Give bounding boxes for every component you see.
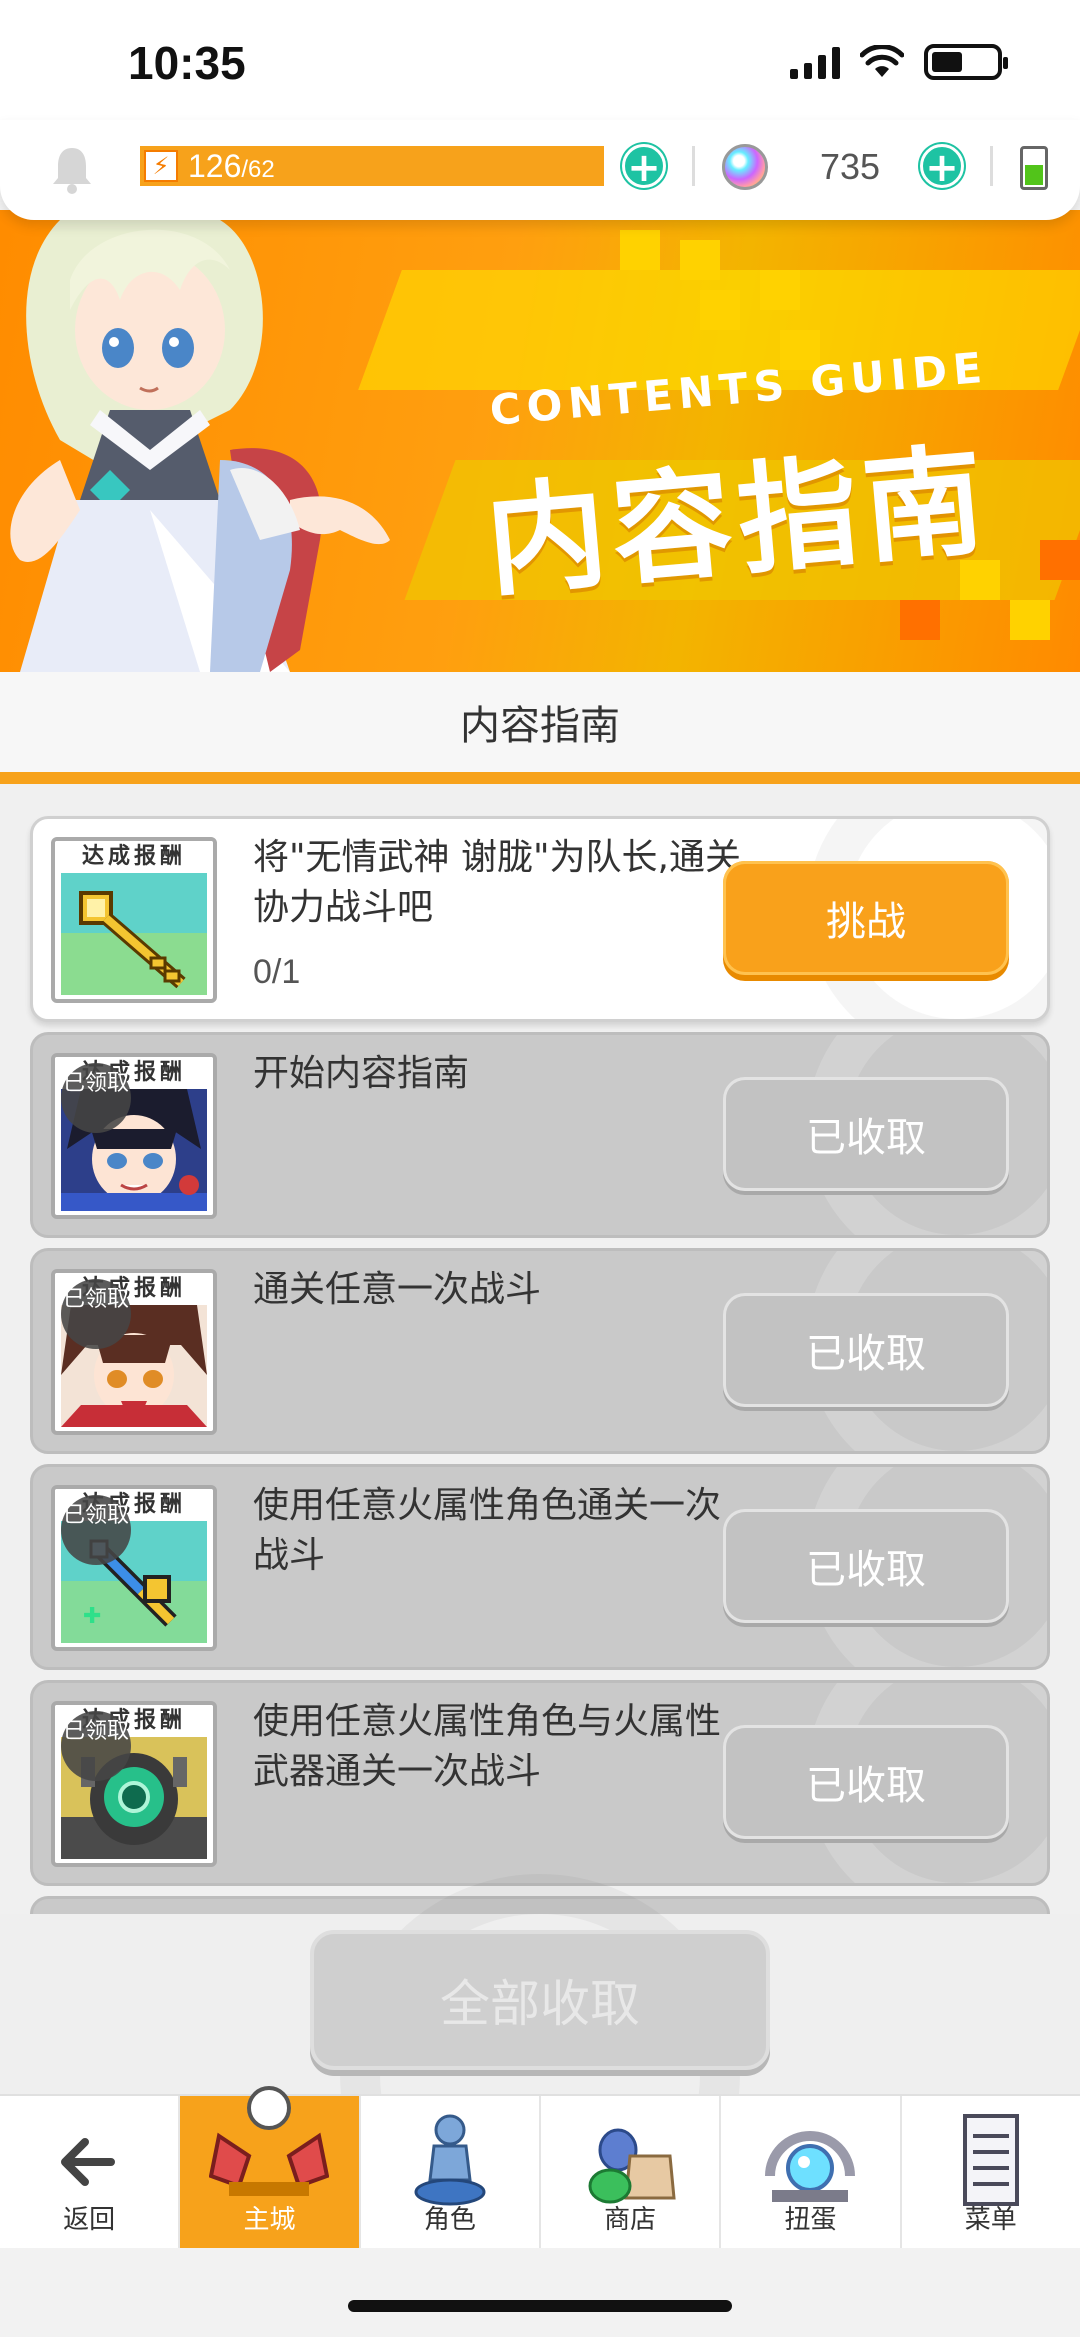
- quest-item: 达成报酬 已领取 ✚ 使用任意火属性角色通关一次战斗 已收取: [30, 1464, 1050, 1670]
- character-icon: [414, 2114, 486, 2206]
- stamina-max: /62: [241, 155, 275, 183]
- quest-item: 达成报酬 将"无情武神 谢胧"为队长,通关协力战斗吧 0/1 挑战: [30, 816, 1050, 1022]
- status-time: 10:35: [128, 37, 246, 89]
- wifi-icon: [860, 45, 904, 77]
- signal-icon: [790, 45, 840, 79]
- home-indicator-area: [0, 2248, 1080, 2337]
- home-indicator[interactable]: [348, 2300, 732, 2312]
- quest-description: 将"无情武神 谢胧"为队长,通关协力战斗吧: [253, 837, 742, 928]
- claimed-button[interactable]: 已收取: [723, 1077, 1009, 1191]
- page-title: 内容指南: [0, 672, 1080, 772]
- reward-box[interactable]: 达成报酬 已领取: [51, 1053, 217, 1219]
- claimed-button[interactable]: 已收取: [723, 1509, 1009, 1623]
- claim-all-button[interactable]: 全部收取: [310, 1930, 770, 2070]
- quest-list[interactable]: 达成报酬 将"无情武神 谢胧"为队长,通关协力战斗吧 0/1 挑战 达成报酬 已…: [0, 784, 1080, 1914]
- nav-gacha[interactable]: 扭蛋: [721, 2096, 902, 2248]
- reward-box[interactable]: 达成报酬 已领取: [51, 1701, 217, 1867]
- golden-key-icon: [61, 873, 207, 995]
- gem-orb-icon: [722, 144, 768, 190]
- battery-icon: [924, 44, 1008, 80]
- stamina-text: 126/62: [188, 148, 275, 185]
- claim-all-area: 全部收取: [0, 1874, 1080, 2094]
- reward-box[interactable]: 达成报酬: [51, 837, 217, 1003]
- reward-label: 达成报酬: [55, 841, 213, 873]
- reward-box[interactable]: 达成报酬 已领取: [51, 1269, 217, 1435]
- divider: [692, 146, 695, 186]
- gem-count: 735: [820, 146, 881, 187]
- quest-progress: 0/1: [253, 953, 301, 991]
- challenge-button[interactable]: 挑战: [723, 861, 1009, 975]
- status-bar: 10:35: [0, 0, 1080, 120]
- quest-item: 达成报酬 已领取 使用任意火属性角色与火属性武器通关一次战斗 已收取: [30, 1680, 1050, 1886]
- add-gems-button[interactable]: +: [920, 144, 964, 189]
- claimed-stamp: 已领取: [61, 1279, 131, 1349]
- claimed-stamp: 已领取: [61, 1711, 131, 1781]
- nav-character[interactable]: 角色: [361, 2096, 541, 2248]
- bell-icon[interactable]: [50, 144, 94, 194]
- quest-item: 达成报酬 已领取 通关任意一次战斗 已收取: [30, 1248, 1050, 1454]
- quest-description: 使用任意火属性角色与火属性武器通关一次战斗: [253, 1701, 722, 1792]
- quest-description: 开始内容指南: [253, 1053, 470, 1094]
- castle-icon: [209, 2086, 330, 2196]
- claimed-stamp: 已领取: [61, 1495, 131, 1565]
- contents-guide-banner: CONTENTS GUIDE 内容指南: [0, 210, 1080, 672]
- shop-icon: [588, 2128, 676, 2204]
- add-stamina-button[interactable]: +: [622, 144, 666, 189]
- stamina-current: 126: [188, 147, 242, 184]
- status-icons: [790, 44, 1008, 80]
- quest-description: 通关任意一次战斗: [253, 1269, 542, 1310]
- nav-home[interactable]: 主城: [180, 2086, 361, 2248]
- lightning-icon: ⚡: [144, 150, 178, 182]
- device-battery-icon: [1020, 146, 1048, 190]
- claimed-button[interactable]: 已收取: [723, 1293, 1009, 1407]
- claimed-button[interactable]: 已收取: [723, 1725, 1009, 1839]
- resource-bar: ⚡ 126/62 + 735 +: [0, 120, 1080, 220]
- nav-menu[interactable]: 菜单: [902, 2096, 1080, 2248]
- reward-box[interactable]: 达成报酬 已领取 ✚: [51, 1485, 217, 1651]
- claimed-stamp: 已领取: [61, 1063, 131, 1133]
- gacha-icon: [765, 2131, 856, 2202]
- bottom-nav: 返回 主城 角色 商店 扭蛋 菜单: [0, 2086, 1080, 2248]
- nav-shop[interactable]: 商店: [541, 2096, 722, 2248]
- svg-text:✚: ✚: [83, 1604, 101, 1629]
- nav-back[interactable]: 返回: [0, 2096, 181, 2248]
- character-illustration: [10, 220, 390, 672]
- quest-description: 使用任意火属性角色通关一次战斗: [253, 1485, 722, 1576]
- menu-icon: [962, 2114, 1019, 2206]
- stamina-bar: ⚡ 126/62: [140, 146, 604, 186]
- back-arrow-icon: [61, 2138, 116, 2186]
- divider: [990, 146, 993, 186]
- quest-item: 达成报酬 已领取 开始内容指南 已收取: [30, 1032, 1050, 1238]
- title-underline: [0, 772, 1080, 784]
